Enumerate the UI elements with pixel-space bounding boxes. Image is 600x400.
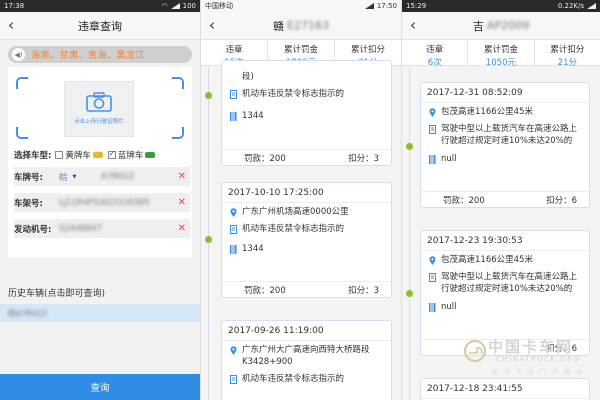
camera-icon <box>86 92 112 112</box>
close-icon[interactable]: ✕ <box>178 197 186 208</box>
timeline-line <box>208 67 209 400</box>
violation-record[interactable]: 2017-10-10 17:25:00 广东广州机场高速0000公里 机动车违反… <box>221 182 392 298</box>
battery-level: 100 <box>182 2 196 10</box>
plate-number-input[interactable]: A7R022 <box>101 172 178 182</box>
location-pin-icon <box>429 108 436 117</box>
scan-frame-corner <box>16 127 28 139</box>
timeline-line <box>409 67 410 400</box>
watermark: 中国卡车网 CHINATRUCK.ORG 四大卡车门户网站 <box>462 336 594 380</box>
back-chevron-icon[interactable]: ‹ <box>209 17 215 33</box>
timeline-dot <box>205 92 212 99</box>
location-pin-icon <box>429 256 436 265</box>
page-title: 赣 <box>273 19 285 33</box>
query-button[interactable]: 查询 <box>0 374 200 400</box>
document-icon <box>230 90 237 99</box>
nav-bar: ‹ 违章查询 <box>0 12 200 40</box>
nav-bar: ‹ 赣 E27163 <box>201 12 401 40</box>
car-type-selector: 选择车型: 黄牌车 蓝牌车 <box>14 149 184 161</box>
screen-violation-query: 17:38 ◠ 100 ‹ 违章查询 ◀) 海南、甘肃、青海、黑龙江 点击上传行… <box>0 0 200 400</box>
signal-icon <box>364 3 374 9</box>
history-item[interactable]: 皖A7R022 <box>0 304 200 322</box>
chevron-down-icon: ▼ <box>72 173 77 180</box>
upload-license-photo-button[interactable]: 点击上传行驶证照片 <box>64 81 134 137</box>
screen-violation-list-2: 15:29 0.22K/s ‹ 吉 AP2009 违章 6次 累计罚金 1050元 … <box>402 0 600 400</box>
status-time: 15:29 <box>406 2 427 10</box>
frame-number-field[interactable]: 车架号: LJ11R4FG4G3316365 ✕ <box>14 193 190 212</box>
status-bar: 17:38 ◠ 100 <box>0 0 200 12</box>
checkbox-yellow[interactable] <box>55 151 64 159</box>
status-time: 17:38 <box>4 2 25 10</box>
scan-frame-corner <box>16 77 28 89</box>
document-icon <box>230 375 237 384</box>
timeline-dot <box>406 143 413 150</box>
barcode-icon <box>429 155 436 164</box>
car-type-yellow[interactable]: 黄牌车 <box>55 149 103 161</box>
close-icon[interactable]: ✕ <box>178 171 186 182</box>
history-title: 历史车辆(点击即可查询) <box>8 289 106 299</box>
notice-text: 海南、甘肃、青海、黑龙江 <box>31 51 146 61</box>
signal-icon <box>170 3 180 9</box>
document-icon <box>429 273 436 282</box>
barcode-icon <box>230 112 237 121</box>
truck-logo-icon <box>464 340 486 362</box>
screen-violation-list-1: 中国移动 17:50 ‹ 赣 E27163 违章15次 累计罚金1820元 累计… <box>201 0 401 400</box>
status-bar: 中国移动 17:50 <box>201 0 401 12</box>
province-select[interactable]: 皖 ▼ <box>59 171 85 183</box>
timeline-dot <box>406 290 413 297</box>
frame-number-input[interactable]: LJ11R4FG4G3316365 <box>59 198 178 208</box>
scan-frame-corner <box>172 127 184 139</box>
notice-bar: ◀) 海南、甘肃、青海、黑龙江 <box>8 46 192 63</box>
close-icon[interactable]: ✕ <box>178 223 186 234</box>
violation-record[interactable]: 2017-12-31 08:52:09 包茂高速1166公里45米 驾驶中型以上… <box>420 82 590 208</box>
signal-icon <box>587 3 596 9</box>
barcode-icon <box>230 245 237 254</box>
network-speed: 0.22K/s <box>557 2 584 10</box>
barcode-icon <box>429 303 436 312</box>
violation-record[interactable]: 段) 机动车违反禁令标志指示的 1344 罚款：200 扣分：3 <box>221 60 392 166</box>
page-title: 吉 <box>472 19 484 33</box>
back-chevron-icon[interactable]: ‹ <box>8 17 14 33</box>
violation-record[interactable]: 2017-09-26 11:19:00 广东广州大广高速向西特大桥路段K3428… <box>221 320 392 400</box>
car-type-label: 选择车型: <box>14 151 52 161</box>
wifi-icon: ◠ <box>161 2 168 10</box>
document-icon <box>230 225 237 234</box>
document-icon <box>429 125 436 134</box>
engine-number-input[interactable]: S2446847 <box>59 224 178 234</box>
status-time: 17:50 <box>376 2 397 10</box>
plate-number-field[interactable]: 车牌号: 皖 ▼ A7R022 ✕ <box>14 167 190 186</box>
violation-record[interactable]: 2017-12-18 23:41:55 <box>420 378 590 400</box>
engine-number-field[interactable]: 发动机号: S2446847 ✕ <box>14 219 190 238</box>
checkbox-blue[interactable] <box>107 149 116 159</box>
truck-icon <box>145 152 156 158</box>
page-title: 违章查询 <box>78 19 122 33</box>
status-bar: 15:29 0.22K/s <box>402 0 600 12</box>
summary-bar: 违章 6次 累计罚金 1050元 累计扣分 21分 <box>402 40 600 68</box>
location-pin-icon <box>230 208 237 217</box>
back-chevron-icon[interactable]: ‹ <box>410 17 416 33</box>
car-type-blue[interactable]: 蓝牌车 <box>107 149 156 161</box>
truck-icon <box>92 152 103 158</box>
timeline-dot <box>205 236 212 243</box>
query-form-card: 点击上传行驶证照片 选择车型: 黄牌车 蓝牌车 车牌号: 皖 ▼ A7R022 … <box>8 67 192 257</box>
upload-label: 点击上传行驶证照片 <box>74 119 124 125</box>
speaker-icon: ◀) <box>12 48 25 61</box>
scan-frame-corner <box>172 77 184 89</box>
nav-bar: ‹ 吉 AP2009 <box>402 12 600 40</box>
carrier-name: 中国移动 <box>205 2 233 10</box>
location-pin-icon <box>230 346 237 355</box>
